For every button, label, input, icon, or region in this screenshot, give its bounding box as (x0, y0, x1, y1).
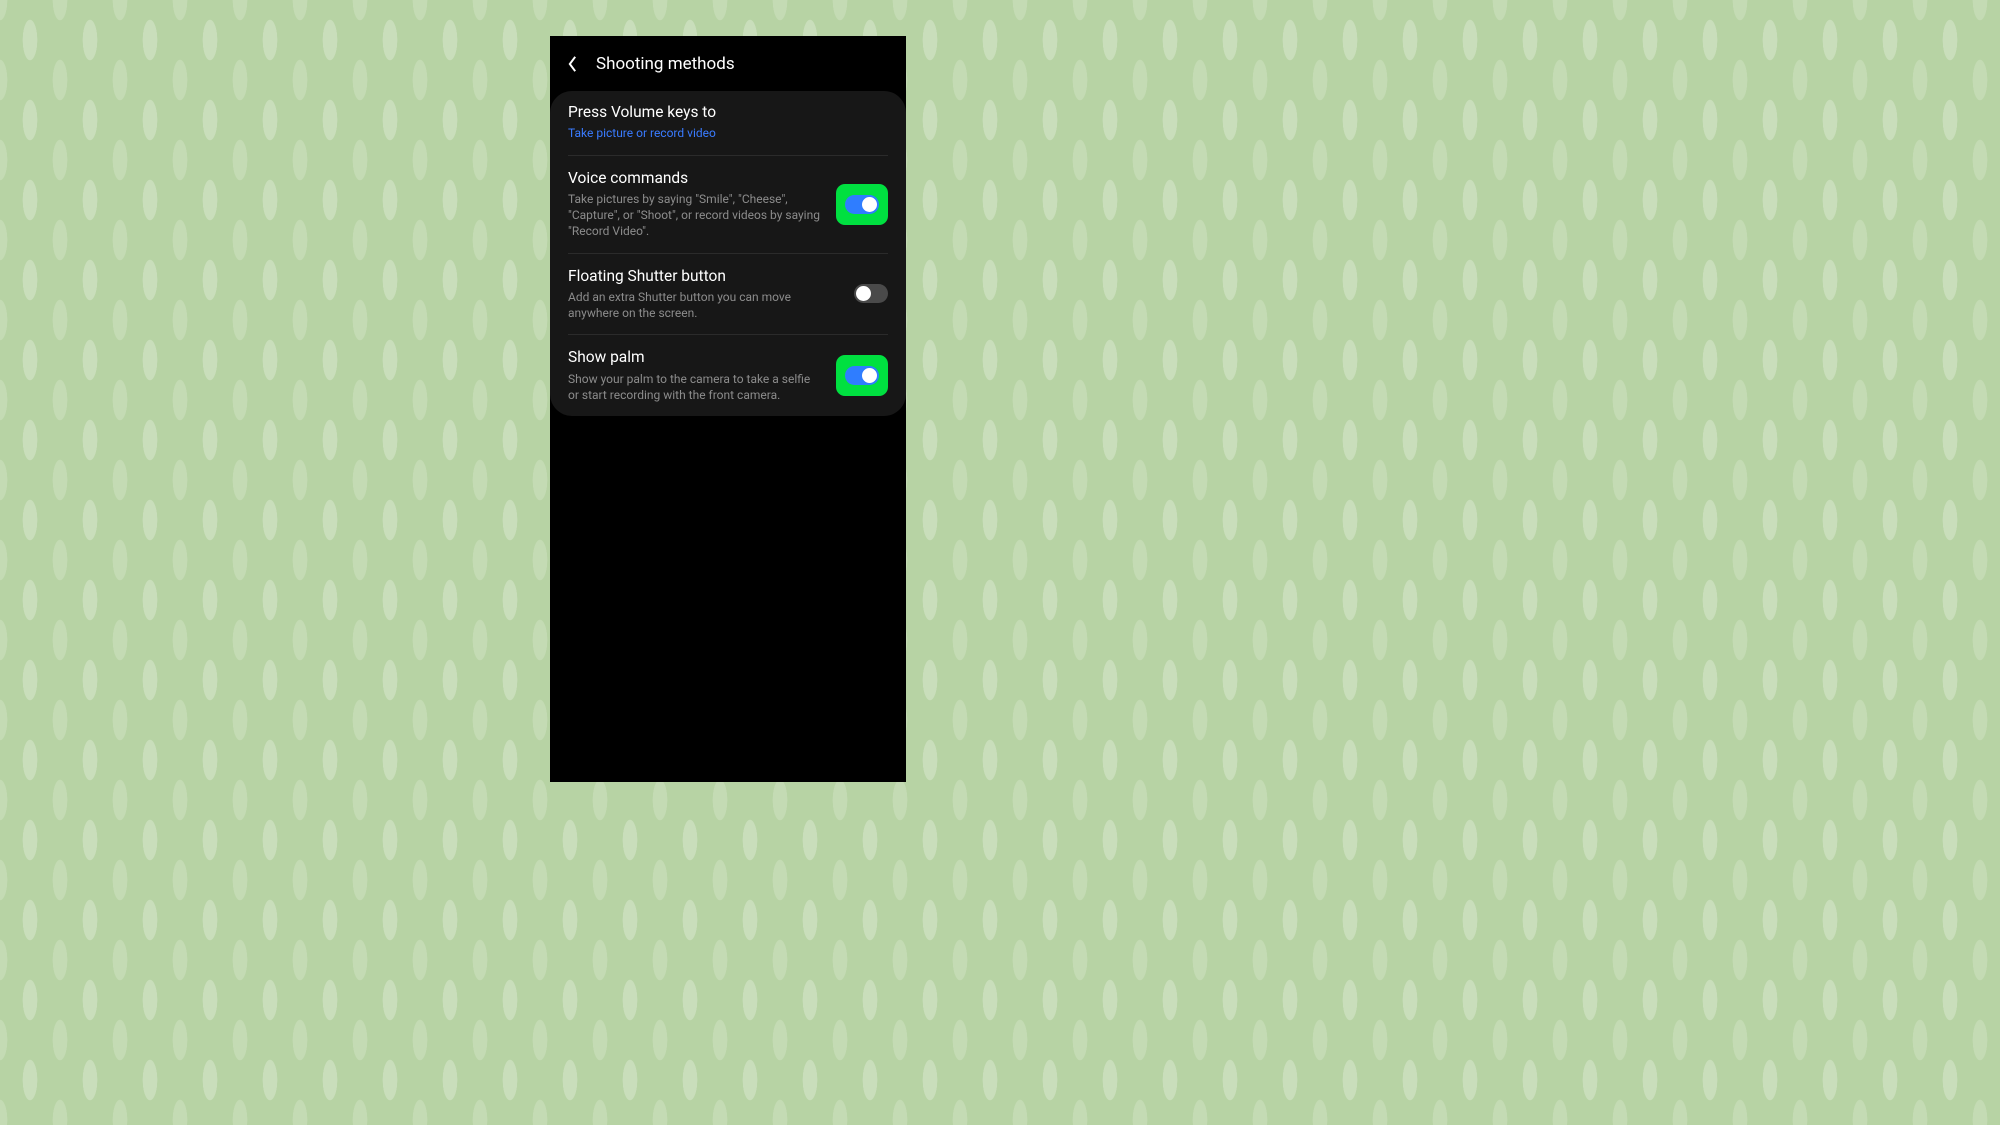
back-icon[interactable] (562, 54, 582, 74)
setting-sublabel: Take picture or record video (568, 125, 888, 141)
highlight-box (836, 355, 888, 396)
settings-header: Shooting methods (550, 36, 906, 91)
page-title: Shooting methods (596, 54, 735, 74)
phone-frame: Shooting methods Press Volume keys to Ta… (550, 36, 906, 782)
setting-sublabel: Add an extra Shutter button you can move… (568, 289, 842, 321)
page-background (0, 0, 2000, 1125)
setting-sublabel: Take pictures by saying "Smile", "Cheese… (568, 191, 824, 240)
highlight-box (836, 184, 888, 225)
setting-label: Press Volume keys to (568, 103, 888, 122)
setting-press-volume-keys[interactable]: Press Volume keys to Take picture or rec… (550, 91, 906, 155)
show-palm-toggle[interactable] (845, 366, 879, 385)
settings-card: Press Volume keys to Take picture or rec… (550, 91, 906, 416)
voice-commands-toggle[interactable] (845, 195, 879, 214)
setting-floating-shutter[interactable]: Floating Shutter button Add an extra Shu… (550, 253, 906, 335)
setting-sublabel: Show your palm to the camera to take a s… (568, 371, 824, 403)
setting-label: Voice commands (568, 169, 824, 188)
setting-label: Show palm (568, 348, 824, 367)
floating-shutter-toggle[interactable] (854, 284, 888, 303)
setting-label: Floating Shutter button (568, 267, 842, 286)
setting-voice-commands[interactable]: Voice commands Take pictures by saying "… (550, 155, 906, 253)
setting-show-palm[interactable]: Show palm Show your palm to the camera t… (550, 334, 906, 416)
